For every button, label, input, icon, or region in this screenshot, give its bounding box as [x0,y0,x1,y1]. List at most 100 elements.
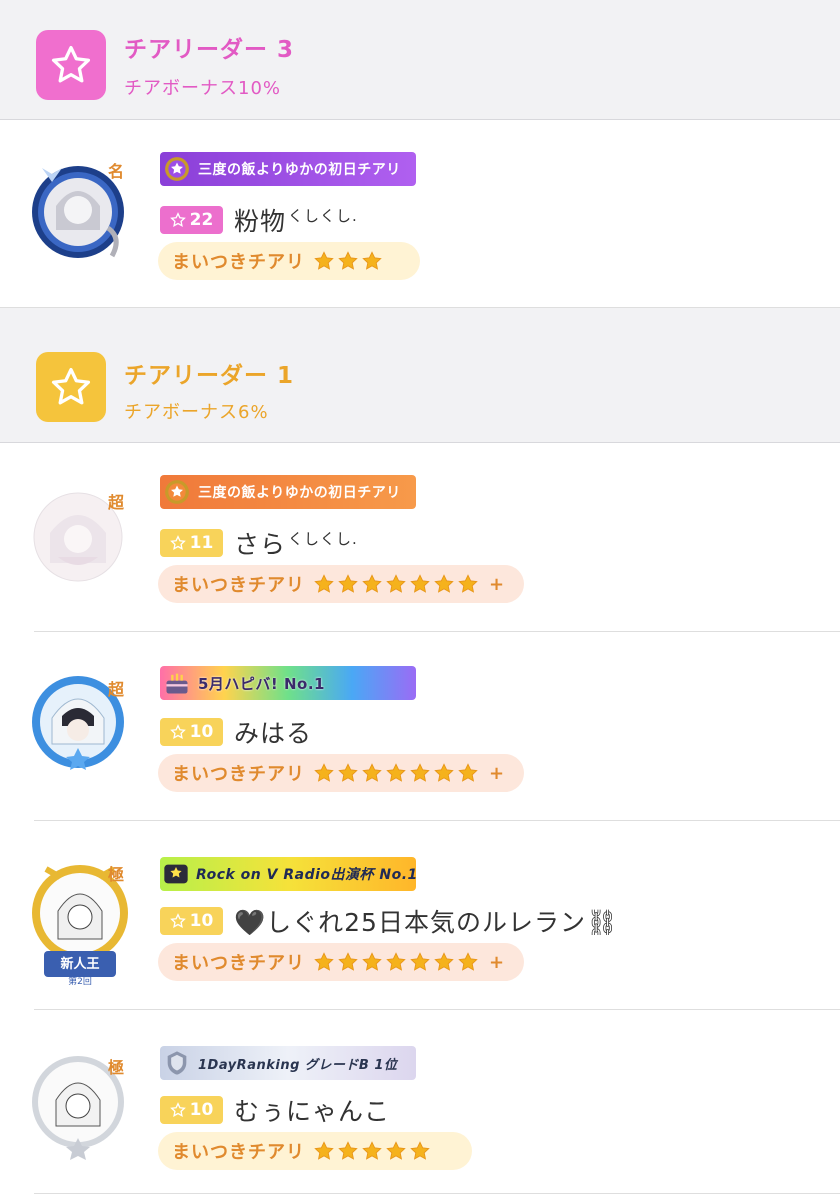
tier1-star-icon [36,352,106,422]
level-value: 10 [189,722,214,742]
title-badge: 三度の飯よりゆかの初日チアリ [160,475,416,509]
rank-char: 超 [108,680,125,699]
plus-mark: + [489,762,505,784]
cheerer-row[interactable]: 超 5月ハピバ! No.1 10 みはる まいつきチアリ + [0,632,840,821]
rating-star-icon [386,763,406,782]
ranking-emblem-icon [162,1048,192,1078]
level-value: 10 [189,911,214,931]
laurel-icon [162,154,192,184]
rating-star-icon [362,952,382,971]
maitsuki-badge: まいつきチアリ + [158,754,524,792]
avatar[interactable]: 超 [28,670,128,770]
title-text: 三度の飯よりゆかの初日チアリ [198,162,401,178]
level-badge: 10 [160,907,223,935]
maitsuki-badge: まいつきチアリ [158,242,420,280]
tier-title: チアリーダー 3 [124,37,295,63]
plus-mark: + [489,951,505,973]
rating-star-icon [410,1141,430,1160]
level-value: 22 [189,210,214,230]
rating-star-icon [314,251,334,270]
level-badge: 11 [160,529,223,557]
stars [313,951,479,973]
rating-star-icon [410,763,430,782]
maitsuki-badge: まいつきチアリ + [158,943,524,981]
star-icon [169,535,186,551]
section-header-tier1: チアリーダー 1 チアボーナス6% [0,308,840,443]
rating-star-icon [458,952,478,971]
rating-star-icon [458,763,478,782]
rating-star-icon [338,251,358,270]
cake-icon [162,668,192,698]
stars [313,573,479,595]
maitsuki-badge: まいつきチアリ + [158,565,524,603]
rank-char: 超 [108,493,125,512]
rating-star-icon [338,574,358,593]
rating-star-icon [386,574,406,593]
rating-star-icon [314,763,334,782]
username[interactable]: 🖤しぐれ25日本気のルレラン⛓ [234,903,619,939]
rating-star-icon [314,952,334,971]
frame-label: 新人王 [60,956,99,972]
rating-star-icon [458,574,478,593]
laurel-icon [162,477,192,507]
star-icon [169,1102,186,1118]
rating-star-icon [386,1141,406,1160]
rating-star-icon [434,763,454,782]
level-badge: 10 [160,1096,223,1124]
tier3-star-icon [36,30,106,100]
rating-star-icon [362,251,382,270]
title-badge: 1DayRanking グレードB 1位 [160,1046,416,1080]
title-badge: 三度の飯よりゆかの初日チアリ [160,152,416,186]
username-text: みはる [234,719,313,748]
cheerer-row[interactable]: 名 三度の飯よりゆかの初日チアリ 22 粉物 くしくし. まいつきチアリ [0,120,840,308]
rating-star-icon [338,952,358,971]
username-suffix: くしくし. [288,206,358,225]
rating-star-icon [386,952,406,971]
avatar[interactable]: 新人王 第2回 極 [28,855,128,987]
frame-sub: 第2回 [68,975,92,985]
divider [34,1193,840,1194]
rating-star-icon [338,1141,358,1160]
level-value: 11 [189,533,214,553]
rating-star-icon [434,952,454,971]
username[interactable]: 粉物 くしくし. [234,202,358,238]
username-text: さら [234,530,287,559]
stars [313,250,383,272]
maitsuki-badge: まいつきチアリ [158,1132,472,1170]
username-text: 🖤しぐれ25日本気のルレラン⛓ [234,908,619,937]
plus-mark: + [489,573,505,595]
rating-star-icon [314,574,334,593]
username-text: 粉物 [234,207,287,236]
cheerer-row[interactable]: 極 1DayRanking グレードB 1位 10 むぅにゃんこ まいつきチアリ [0,1010,840,1200]
tier-title: チアリーダー 1 [124,363,295,389]
rank-char: 極 [108,1058,125,1077]
maitsuki-label: まいつきチアリ [172,764,305,785]
avatar[interactable]: 超 [28,487,128,587]
rating-star-icon [362,763,382,782]
level-badge: 22 [160,206,223,234]
title-text: Rock on V Radio出演杯 No.1 [196,867,416,883]
title-text: 1DayRanking グレードB 1位 [198,1057,398,1073]
username[interactable]: みはる [234,714,312,750]
title-text: 5月ハピバ! No.1 [198,674,325,693]
rating-star-icon [338,763,358,782]
dream-stage-icon [162,859,190,889]
title-badge: Rock on V Radio出演杯 No.1 [160,857,416,891]
star-icon [169,724,186,740]
rating-star-icon [410,574,430,593]
rating-star-icon [362,574,382,593]
cheerer-row[interactable]: 超 三度の飯よりゆかの初日チアリ 11 さら くしくし. まいつきチアリ + [0,443,840,632]
avatar[interactable]: 極 [28,1048,128,1160]
maitsuki-label: まいつきチアリ [172,252,305,273]
cheerer-row[interactable]: 新人王 第2回 極 Rock on V Radio出演杯 No.1 10 🖤しぐ… [0,821,840,1010]
stars [313,1140,431,1162]
rating-star-icon [314,1141,334,1160]
section-header-tier3: チアリーダー 3 チアボーナス10% [0,0,840,120]
username[interactable]: さら くしくし. [234,525,358,561]
rating-star-icon [362,1141,382,1160]
star-icon [169,212,186,228]
username[interactable]: むぅにゃんこ [234,1092,390,1128]
stars [313,762,479,784]
username-text: むぅにゃんこ [234,1097,391,1126]
avatar[interactable]: 名 [28,156,128,258]
